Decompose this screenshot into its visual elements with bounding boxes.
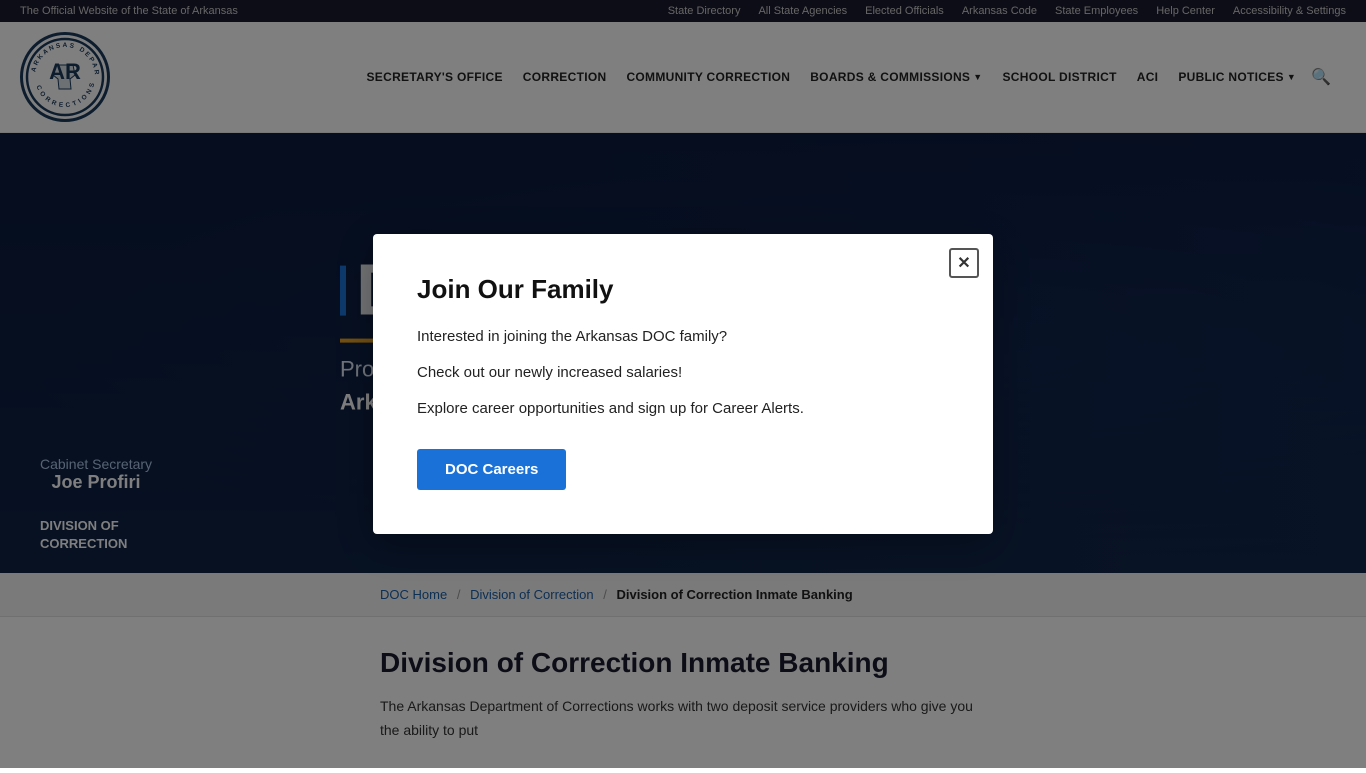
modal-text-2: Check out our newly increased salaries! xyxy=(417,361,949,385)
modal-title: Join Our Family xyxy=(417,274,949,305)
modal-close-button[interactable]: ✕ xyxy=(949,248,979,278)
modal-text-1: Interested in joining the Arkansas DOC f… xyxy=(417,325,949,349)
modal-overlay: ✕ Join Our Family Interested in joining … xyxy=(0,0,1366,768)
modal-text-3: Explore career opportunities and sign up… xyxy=(417,397,949,421)
modal-dialog: ✕ Join Our Family Interested in joining … xyxy=(373,234,993,534)
doc-careers-button[interactable]: DOC Careers xyxy=(417,449,566,490)
